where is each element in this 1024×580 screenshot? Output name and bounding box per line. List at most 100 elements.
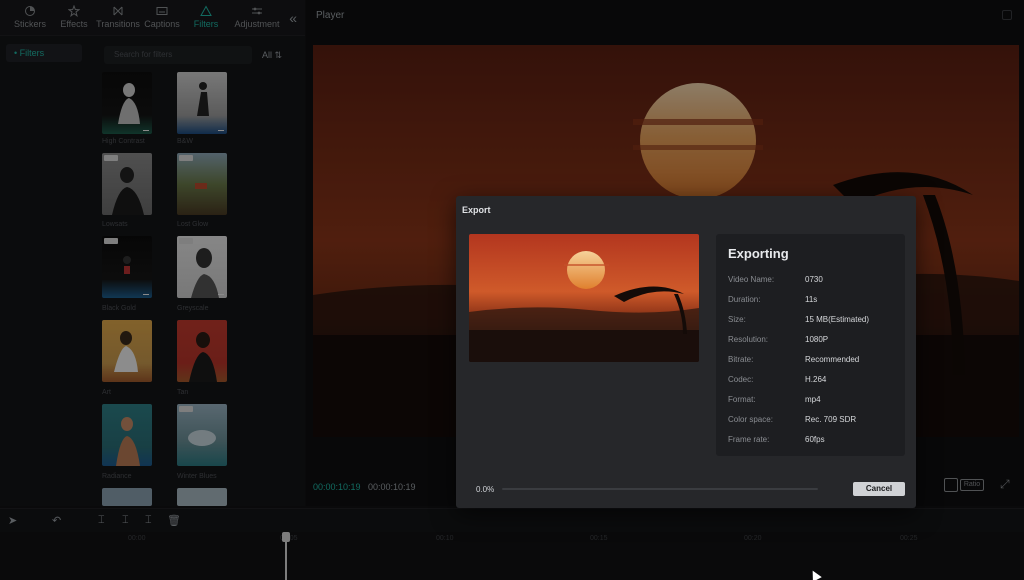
- export-info-panel: Exporting Video Name: 0730 Duration: 11s…: [716, 234, 905, 456]
- info-value: 60fps: [805, 435, 825, 444]
- filter-thumb-black-gold[interactable]: [102, 236, 152, 298]
- collapse-panel-icon[interactable]: «: [289, 10, 297, 26]
- info-key: Video Name:: [728, 275, 775, 284]
- export-dialog: Export Exporting Video Name: 0730 Durati…: [456, 196, 916, 508]
- exporting-heading: Exporting: [728, 246, 789, 261]
- info-value: 11s: [805, 295, 818, 304]
- toolbar-label: Filters: [193, 19, 219, 29]
- pro-badge: [179, 406, 193, 412]
- player-menu-icon[interactable]: [1002, 10, 1012, 20]
- filter-thumb-label: Tan: [177, 389, 189, 396]
- filter-thumb-partial[interactable]: [177, 488, 227, 506]
- sunset-preview: [469, 234, 699, 362]
- export-progress-percent: 0.0%: [476, 485, 495, 494]
- cancel-export-button[interactable]: Cancel: [853, 482, 905, 496]
- expand-icon[interactable]: ⤢: [1000, 478, 1014, 492]
- sort-icon: ⇅: [274, 49, 283, 60]
- person-silhouette: [114, 331, 138, 372]
- info-value: Rec. 709 SDR: [805, 415, 857, 424]
- ruler-mark: 00:15: [590, 535, 608, 542]
- timecode-total: 00:00:10:19: [368, 482, 416, 492]
- select-pointer-icon[interactable]: ➤: [8, 514, 17, 527]
- info-key: Duration:: [728, 295, 761, 304]
- info-value: mp4: [805, 395, 821, 404]
- toolbar-label: Captions: [144, 19, 180, 29]
- download-icon: [143, 125, 149, 131]
- filter-thumb-partial[interactable]: [102, 488, 152, 506]
- filter-library-panel: Search for filters All ⇅ High Contrast B…: [88, 36, 305, 506]
- filters-icon: [200, 5, 212, 16]
- info-key: Color space:: [728, 415, 773, 424]
- filter-thumb-label: Art: [102, 389, 111, 396]
- filter-thumb-label: Black Gold: [102, 305, 136, 312]
- ratio-button[interactable]: Ratio: [960, 479, 984, 491]
- filter-all-dropdown[interactable]: All ⇅: [262, 50, 282, 61]
- filter-thumb-greyscale[interactable]: [177, 236, 227, 298]
- info-key: Codec:: [728, 375, 754, 384]
- toolbar-tab-captions[interactable]: Captions: [140, 0, 184, 35]
- filter-category-nav: • Filters: [0, 36, 88, 506]
- toolbar-tab-transitions[interactable]: Transitions: [96, 0, 140, 35]
- toolbar-label: Adjustment: [234, 19, 280, 29]
- captions-icon: [156, 7, 168, 15]
- filter-thumb-label: Lost Glow: [177, 221, 209, 228]
- undo-icon[interactable]: ↶: [52, 514, 61, 527]
- toolbar-tab-stickers[interactable]: Stickers: [8, 0, 52, 35]
- info-value: 1080P: [805, 335, 829, 344]
- filter-thumb-tan[interactable]: [177, 320, 227, 382]
- filter-search-row: Search for filters All ⇅: [104, 46, 304, 64]
- toolbar-tab-adjustment[interactable]: Adjustment: [228, 0, 286, 35]
- info-value: H.264: [805, 375, 827, 384]
- nav-item-filters[interactable]: • Filters: [6, 44, 82, 62]
- player-title: Player: [316, 10, 345, 21]
- filter-thumb-label: High Contrast: [102, 138, 145, 145]
- ruler-mark: 00:00: [128, 535, 146, 542]
- toolbar-tab-filters[interactable]: Filters: [184, 0, 228, 35]
- pro-badge: [104, 238, 118, 244]
- info-key: Bitrate:: [728, 355, 754, 364]
- split-left-icon[interactable]: ⌶: [122, 514, 129, 527]
- fullscreen-crop-icon[interactable]: [944, 478, 958, 492]
- filter-thumb-radiance[interactable]: [102, 404, 152, 466]
- info-key: Frame rate:: [728, 435, 770, 444]
- toolbar-label: Transitions: [96, 19, 140, 29]
- toolbar-tab-effects[interactable]: Effects: [52, 0, 96, 35]
- info-value: 0730: [805, 275, 823, 284]
- ruler-mark: 00:25: [900, 535, 918, 542]
- timecode-current: 00:00:10:19: [313, 482, 361, 492]
- adjustment-icon: [252, 7, 262, 15]
- split-icon[interactable]: ⌶: [98, 514, 105, 527]
- filter-thumb-high-contrast[interactable]: [102, 72, 152, 134]
- sticker-icon: [25, 6, 35, 16]
- filter-search-input[interactable]: Search for filters: [104, 46, 252, 64]
- person-silhouette: [116, 417, 140, 466]
- export-dialog-title: Export: [462, 205, 491, 215]
- all-label: All: [262, 49, 273, 60]
- split-right-icon[interactable]: ⌶: [145, 514, 152, 527]
- person-silhouette: [189, 332, 217, 382]
- filter-thumb-label: Lowsats: [102, 221, 128, 228]
- info-value: Recommended: [805, 355, 860, 364]
- video-editor-app: Stickers Effects Transitions Captions Fi…: [0, 0, 1024, 580]
- effects-icon: [68, 5, 80, 17]
- pro-badge: [104, 155, 118, 161]
- filter-thumb-art[interactable]: [102, 320, 152, 382]
- filter-thumb-winter-blues[interactable]: [177, 404, 227, 466]
- timeline-track-area[interactable]: [0, 532, 1024, 580]
- info-key: Format:: [728, 395, 756, 404]
- delete-icon[interactable]: 🗑: [167, 514, 181, 527]
- filter-thumb-lost-glow[interactable]: [177, 153, 227, 215]
- person-silhouette: [112, 167, 144, 215]
- ruler-mark: 00:10: [436, 535, 454, 542]
- toolbar-label: Effects: [60, 19, 88, 29]
- car-silhouette: [195, 183, 207, 189]
- info-value: 15 MB(Estimated): [805, 315, 870, 324]
- playhead-handle[interactable]: [282, 532, 290, 542]
- filter-thumb-label: Radiance: [102, 473, 132, 480]
- filter-thumb-lowsats[interactable]: [102, 153, 152, 215]
- timeline-toolbar: [0, 508, 1024, 532]
- asset-toolbar: Stickers Effects Transitions Captions Fi…: [0, 0, 305, 36]
- export-preview-thumbnail: [469, 234, 699, 362]
- filter-thumb-bw[interactable]: [177, 72, 227, 134]
- info-key: Resolution:: [728, 335, 769, 344]
